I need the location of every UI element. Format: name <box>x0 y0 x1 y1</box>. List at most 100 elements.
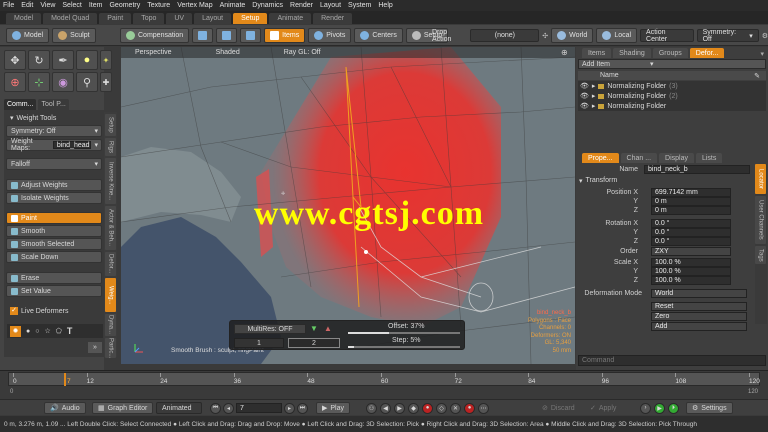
step-slider[interactable]: Step: 5% <box>348 337 460 348</box>
tab-properties[interactable]: Prope... <box>582 153 619 163</box>
compensation-button[interactable]: Compensation <box>120 28 190 43</box>
column-name-header[interactable]: Name <box>600 72 619 79</box>
extra-tool-button[interactable]: ✦ <box>100 50 112 70</box>
menu-layout[interactable]: Layout <box>320 2 341 9</box>
add-dropdown[interactable]: Add <box>651 322 747 331</box>
menu-help[interactable]: Help <box>378 2 392 9</box>
layout-tab-model-quad[interactable]: Model Quad <box>43 13 98 24</box>
tab-shading[interactable]: Shading <box>613 48 651 58</box>
add-item-dropdown[interactable]: Add Item ▾ <box>578 59 766 69</box>
gear-icon[interactable]: ⚙ <box>762 32 768 40</box>
scale-z-field[interactable]: 100.0 % <box>651 276 731 285</box>
last-frame-icon[interactable]: ⏭ <box>297 402 308 414</box>
menu-geometry[interactable]: Geometry <box>109 2 140 9</box>
sun-icon[interactable]: ✹ <box>10 325 21 337</box>
sculpt-button[interactable]: Sculpt <box>52 28 96 43</box>
menu-dynamics[interactable]: Dynamics <box>252 2 283 9</box>
tab-lists[interactable]: Lists <box>695 153 723 163</box>
chevron-right-icon[interactable]: › <box>640 402 651 414</box>
eye-icon[interactable]: 👁 <box>580 82 589 90</box>
rotate-tool-button[interactable]: ↻ <box>28 50 50 70</box>
sphere-tool-button[interactable]: ◉ <box>52 72 74 92</box>
vtab-deformers[interactable]: Defor... <box>105 252 116 276</box>
name-field[interactable]: bind_neck_b <box>644 165 750 174</box>
auto-key-icon[interactable]: ⚇ <box>366 402 377 414</box>
circle-outline-icon[interactable]: ○ <box>35 328 39 335</box>
key-set-icon[interactable]: ◆ <box>408 402 419 414</box>
rotation-x-field[interactable]: 0.0 ° <box>651 219 731 228</box>
menu-render[interactable]: Render <box>290 2 313 9</box>
extra-tool-button-2[interactable]: ✚ <box>100 72 112 92</box>
selection-mode-vertices[interactable] <box>192 28 214 43</box>
centers-button[interactable]: Centers <box>354 28 403 43</box>
layout-tab-paint[interactable]: Paint <box>99 13 132 24</box>
list-item[interactable]: 👁 ▸ Normalizing Folder <box>578 101 766 111</box>
apply-button[interactable]: ✓ Apply <box>590 402 616 414</box>
current-frame-field[interactable]: 7 <box>236 403 282 413</box>
multires-toggle[interactable]: MultiRes: OFF <box>234 324 306 334</box>
set-value-button[interactable]: Set Value <box>6 285 102 297</box>
timeline-playhead[interactable] <box>64 373 66 386</box>
circle-icon[interactable]: ● <box>26 328 30 335</box>
transform-tool-button[interactable]: ⊹ <box>28 72 50 92</box>
animated-dropdown[interactable]: Animated <box>156 402 202 414</box>
smooth-selected-button[interactable]: Smooth Selected <box>6 238 102 250</box>
view-raygl-dropdown[interactable]: Ray GL: Off <box>284 49 321 56</box>
move-tool-button[interactable]: ✥ <box>4 50 26 70</box>
command-input[interactable]: Command <box>578 355 766 366</box>
eye-icon[interactable]: 👁 <box>580 92 589 100</box>
key-delete-icon[interactable]: ✕ <box>450 402 461 414</box>
vtab-setup[interactable]: Setup <box>105 114 116 136</box>
rotation-z-field[interactable]: 0.0 ° <box>651 237 731 246</box>
drop-action-dropdown[interactable]: (none) <box>470 29 540 42</box>
weight-maps-dropdown[interactable]: Weight Maps: bind_head ▾ <box>6 138 102 152</box>
previous-key-icon[interactable]: ◂ <box>223 402 234 414</box>
layout-tab-render[interactable]: Render <box>313 13 353 24</box>
pivots-button[interactable]: Pivots <box>308 28 352 43</box>
layout-tab-uv[interactable]: UV <box>166 13 193 24</box>
selection-mode-edges[interactable] <box>216 28 238 43</box>
menu-select[interactable]: Select <box>62 2 81 9</box>
level-a-field[interactable]: 1 <box>234 338 284 348</box>
symmetry-off-dropdown[interactable]: Symmetry: Off ▾ <box>6 125 102 137</box>
vtab-particles[interactable]: Partic... <box>105 338 116 358</box>
pen-tool-button[interactable]: ✒ <box>52 50 74 70</box>
action-center-dropdown[interactable]: Action Center <box>640 29 694 43</box>
view-shaded-dropdown[interactable]: Shaded <box>216 49 240 56</box>
live-deformers-toggle[interactable]: ✓ Live Deformers <box>6 305 102 317</box>
key-right-icon[interactable]: ▶ <box>394 402 405 414</box>
next-key-icon[interactable]: ▸ <box>284 402 295 414</box>
expand-panel-button[interactable]: » <box>88 342 102 353</box>
star-icon[interactable]: ☆ <box>44 327 50 335</box>
position-y-field[interactable]: 0 m <box>651 197 731 206</box>
timeline-ruler[interactable]: 0 12 24 36 48 60 72 84 96 108 120 7 <box>8 372 760 386</box>
text-icon[interactable]: T <box>67 326 73 336</box>
zero-dropdown[interactable]: Zero <box>651 312 747 321</box>
key-options-icon[interactable]: ⋯ <box>478 402 489 414</box>
weight-tools-header[interactable]: ▾ Weight Tools <box>6 112 102 124</box>
model-button[interactable]: Model <box>6 28 50 43</box>
layout-tab-animate[interactable]: Animate <box>269 13 312 24</box>
selection-mode-polygons[interactable] <box>240 28 262 43</box>
items-button[interactable]: Items <box>264 28 306 43</box>
offset-slider[interactable]: Offset: 37% <box>348 323 460 334</box>
level-down-icon[interactable]: ▲ <box>324 324 332 333</box>
scale-down-button[interactable]: Scale Down <box>6 251 102 263</box>
tab-groups[interactable]: Groups <box>652 48 688 58</box>
level-b-field[interactable]: 2 <box>288 338 340 348</box>
step-forward-icon[interactable]: ⏵ <box>668 402 679 414</box>
key-left-icon[interactable]: ◀ <box>380 402 391 414</box>
layout-tab-topo[interactable]: Topo <box>133 13 165 24</box>
adjust-weights-button[interactable]: Adjust Weights <box>6 179 102 191</box>
tab-tool-properties[interactable]: Tool P... <box>38 99 69 110</box>
falloff-dropdown[interactable]: Falloff ▾ <box>6 158 102 170</box>
play-button[interactable]: ▶ Play <box>316 402 351 414</box>
order-dropdown[interactable]: ZXY <box>651 247 731 256</box>
layout-tab-setup[interactable]: Setup <box>233 13 268 24</box>
tab-channels[interactable]: Chan ... <box>620 153 658 163</box>
view-perspective-dropdown[interactable]: Perspective <box>135 49 172 56</box>
menu-view[interactable]: View <box>40 2 55 9</box>
scale-tool-button[interactable]: ⊕ <box>4 72 26 92</box>
transform-header[interactable]: ▾ Transform <box>579 177 617 185</box>
discard-button[interactable]: ⊘ Discard <box>542 402 575 414</box>
